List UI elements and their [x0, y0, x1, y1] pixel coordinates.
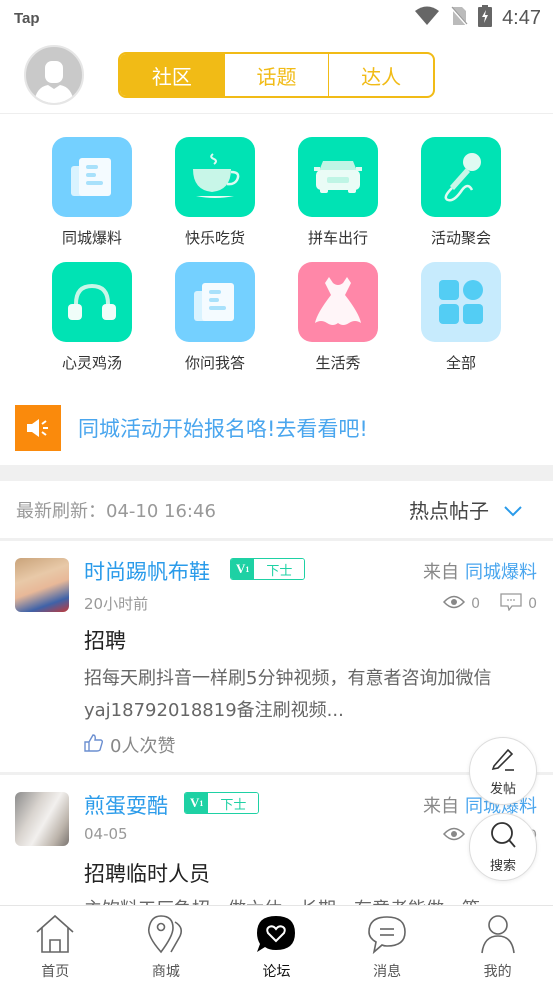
notice-banner[interactable]: 同城活动开始报名咯!去看看吧!	[15, 405, 538, 451]
tab-community[interactable]: 社区	[120, 54, 225, 96]
nav-label: 论坛	[262, 964, 291, 980]
heart-chat-icon	[255, 914, 297, 958]
car-icon	[298, 137, 378, 217]
microphone-icon	[421, 137, 501, 217]
nav-label: 首页	[41, 964, 70, 980]
bottom-nav: 首页 商城 论坛 消息 我的	[0, 905, 553, 983]
category-soul-soup[interactable]: 心灵鸡汤	[42, 262, 142, 373]
post-stats: 0 0	[443, 593, 537, 615]
status-icons: 4:47	[414, 5, 541, 31]
badge-level: V1	[231, 559, 255, 579]
chevron-down-icon	[503, 498, 523, 522]
nav-label: 我的	[483, 964, 512, 980]
category-local-news[interactable]: 同城爆料	[42, 137, 142, 248]
level-badge: V1 下士	[184, 792, 260, 814]
category-all[interactable]: 全部	[411, 262, 511, 373]
search-label: 搜索	[489, 858, 516, 874]
comment-count: 0	[528, 596, 537, 612]
search-button[interactable]: 搜索	[469, 813, 537, 881]
category-label: 生活秀	[315, 354, 361, 372]
badge-rank: 下士	[208, 793, 259, 813]
author-name[interactable]: 煎蛋耍酷	[84, 790, 168, 820]
view-count: 0	[471, 596, 481, 612]
no-sim-icon	[450, 6, 468, 30]
section-divider	[0, 465, 553, 481]
tab-experts[interactable]: 达人	[329, 54, 433, 96]
category-label: 快乐吃货	[184, 229, 245, 247]
nav-forum[interactable]: 论坛	[221, 906, 332, 983]
author-name[interactable]: 时尚踢帆布鞋	[84, 556, 210, 586]
nav-label: 商城	[151, 964, 180, 980]
category-label: 活动聚会	[430, 229, 491, 247]
user-avatar[interactable]	[24, 45, 84, 105]
nav-home[interactable]: 首页	[0, 906, 111, 983]
sort-label: 热点帖子	[409, 499, 489, 523]
user-icon	[478, 914, 518, 958]
new-post-button[interactable]: 发帖	[469, 737, 537, 805]
comment-icon	[500, 593, 522, 615]
status-app-name: Tap	[14, 9, 40, 27]
category-label: 全部	[445, 354, 476, 372]
thumbs-up-icon	[84, 733, 104, 757]
post-title: 招聘	[84, 629, 126, 653]
category-events[interactable]: 活动聚会	[411, 137, 511, 248]
nav-me[interactable]: 我的	[442, 906, 553, 983]
status-bar: Tap 4:47	[0, 0, 553, 36]
nav-mall[interactable]: 商城	[111, 906, 222, 983]
category-label: 心灵鸡汤	[61, 354, 122, 372]
headphones-icon	[52, 262, 132, 342]
new-post-label: 发帖	[489, 781, 516, 797]
message-icon	[366, 914, 408, 958]
nav-messages[interactable]: 消息	[332, 906, 443, 983]
wifi-icon	[414, 6, 440, 30]
tab-topics[interactable]: 话题	[225, 54, 330, 96]
coffee-cup-icon	[175, 137, 255, 217]
category-label: 你问我答	[184, 354, 245, 372]
location-pin-icon	[145, 914, 187, 958]
category-label: 同城爆料	[61, 229, 122, 247]
nav-label: 消息	[373, 964, 402, 980]
dress-icon	[298, 262, 378, 342]
post-item[interactable]: 时尚踢帆布鞋 V1 下士 20小时前 来自 同城爆料 0 0 招聘 招每天刷抖音一…	[0, 544, 553, 775]
author-avatar[interactable]	[15, 792, 69, 846]
eye-icon	[443, 827, 466, 845]
badge-level: V1	[185, 793, 209, 813]
level-badge: V1 下士	[230, 558, 306, 580]
battery-charging-icon	[478, 5, 493, 31]
post-source: 来自 同城爆料	[423, 562, 537, 583]
feed-toolbar: 最新刷新：04-10 16:46 热点帖子	[0, 481, 553, 541]
last-refresh-text: 最新刷新：04-10 16:46	[16, 500, 216, 522]
category-qa[interactable]: 你问我答	[165, 262, 265, 373]
sort-dropdown[interactable]: 热点帖子	[409, 495, 523, 524]
header: 社区 话题 达人	[0, 36, 553, 114]
category-carpool[interactable]: 拼车出行	[288, 137, 388, 248]
source-link[interactable]: 同城爆料	[465, 562, 537, 583]
category-label: 拼车出行	[307, 229, 368, 247]
status-time: 4:47	[502, 6, 541, 29]
speaker-icon	[15, 405, 61, 451]
author-avatar[interactable]	[15, 558, 69, 612]
eye-icon	[443, 595, 466, 613]
post-title: 招聘临时人员	[84, 862, 210, 886]
search-icon	[489, 821, 517, 853]
category-foodie[interactable]: 快乐吃货	[165, 137, 265, 248]
like-button[interactable]: 0人次赞	[84, 732, 175, 758]
category-life-show[interactable]: 生活秀	[288, 262, 388, 373]
notice-text: 同城活动开始报名咯!去看看吧!	[78, 417, 368, 441]
post-time: 20小时前	[84, 595, 149, 613]
post-body: 招每天刷抖音一样刷5分钟视频，有意者咨询加微信yaj18792018819备注刷…	[84, 668, 492, 721]
like-count: 0人次赞	[110, 736, 176, 757]
segment-tabs: 社区 话题 达人	[118, 52, 435, 98]
grid-apps-icon	[421, 262, 501, 342]
newspaper-icon	[175, 262, 255, 342]
post-time: 04-05	[84, 825, 128, 843]
pencil-icon	[490, 746, 516, 776]
home-icon	[35, 914, 75, 958]
default-user-icon	[34, 61, 74, 103]
newspaper-icon	[52, 137, 132, 217]
badge-rank: 下士	[254, 559, 305, 579]
